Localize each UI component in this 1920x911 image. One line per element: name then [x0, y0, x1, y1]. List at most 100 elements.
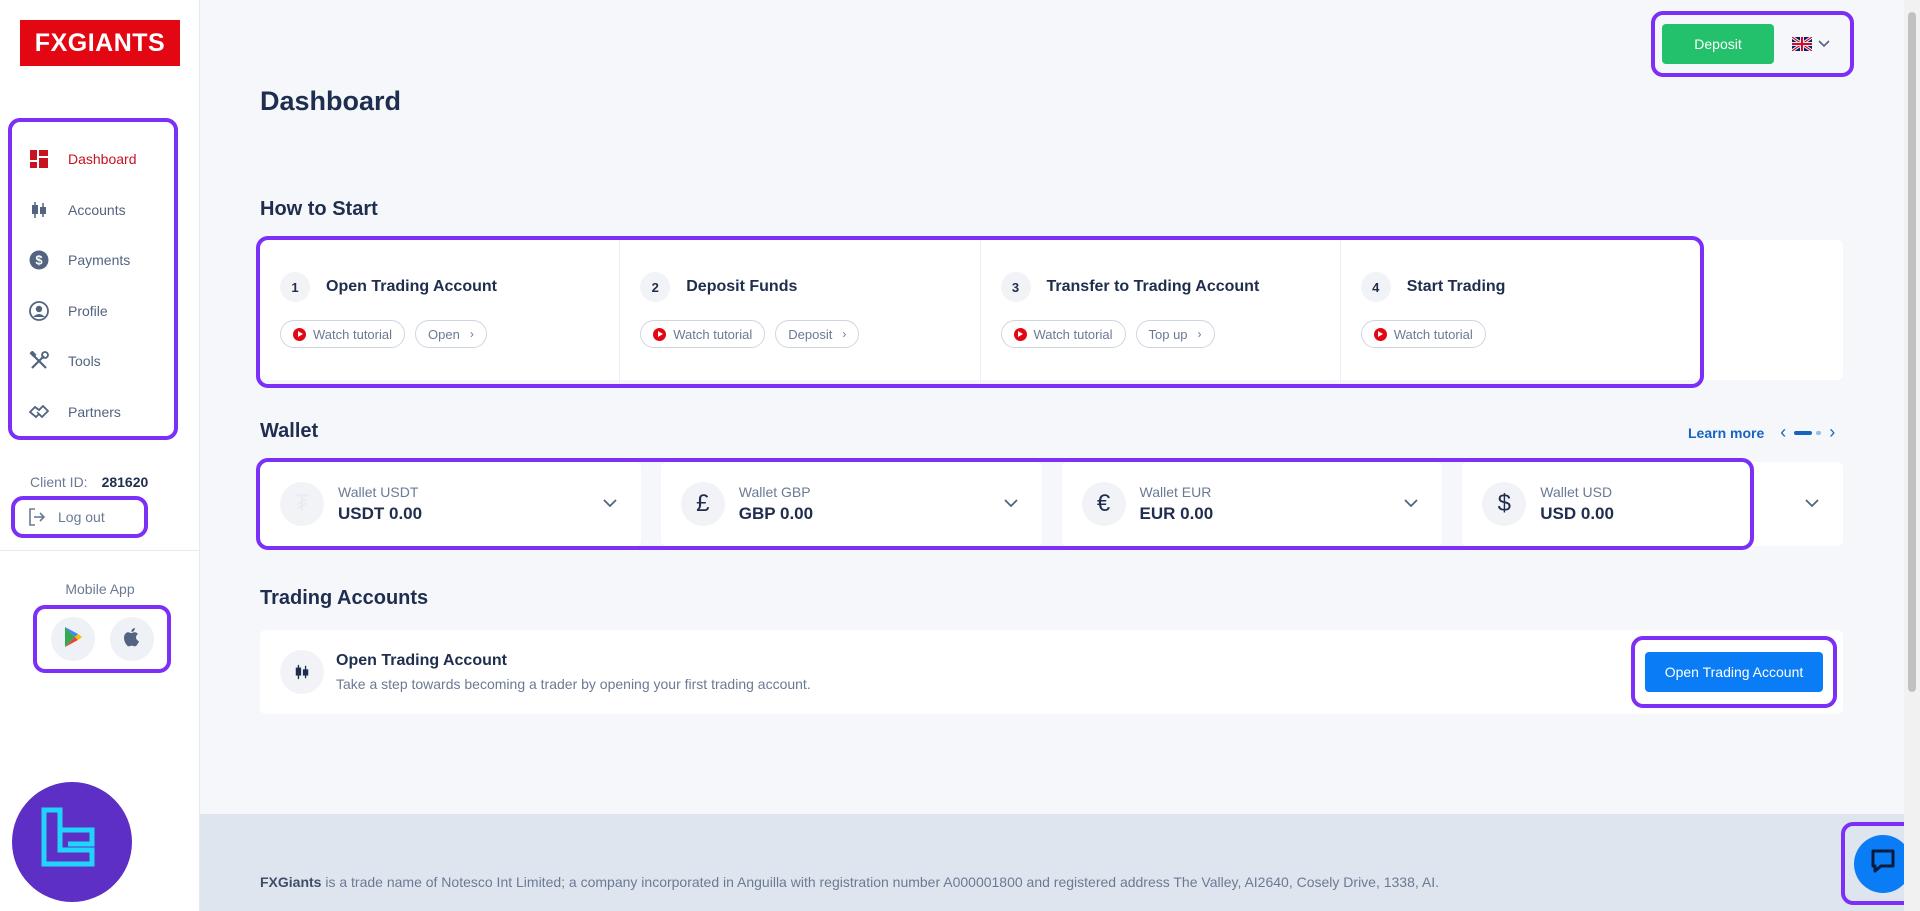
watch-tutorial-label: Watch tutorial [1393, 326, 1473, 342]
open-trading-account-button-wrap: Open Trading Account [1631, 636, 1837, 708]
dollar-icon: $ [1482, 482, 1527, 526]
user-circle-icon [28, 300, 50, 322]
sidebar-item-accounts[interactable]: Accounts [12, 185, 174, 236]
app-store-button[interactable] [109, 617, 154, 661]
watch-tutorial-button[interactable]: Watch tutorial [1000, 320, 1126, 348]
chevron-right-icon: › [469, 327, 474, 341]
step-deposit-funds: 2 Deposit Funds Watch tutorial Deposit › [620, 240, 981, 384]
wallet-controls: Learn more ‹ › [1688, 422, 1835, 443]
sidebar-nav: Dashboard Accounts $ Payments Profile To… [8, 118, 178, 440]
euro-icon: € [1081, 482, 1126, 526]
sidebar-item-tools[interactable]: Tools [12, 336, 174, 387]
how-to-start-steps: 1 Open Trading Account Watch tutorial Op… [256, 236, 1704, 388]
watch-tutorial-button[interactable]: Watch tutorial [280, 320, 405, 348]
logout-icon [28, 508, 46, 526]
step-number: 4 [1360, 272, 1391, 302]
language-selector[interactable] [1784, 24, 1838, 64]
chevron-right-icon: › [842, 327, 847, 341]
step-title: Start Trading [1406, 278, 1506, 295]
tools-icon [28, 350, 50, 372]
google-play-icon [63, 626, 83, 653]
client-id: Client ID: 281620 [30, 474, 148, 490]
sidebar-item-label: Accounts [68, 201, 126, 218]
scrollbar-thumb[interactable] [1908, 12, 1916, 692]
chevron-right-icon[interactable]: › [1829, 422, 1835, 443]
chevron-right-icon: › [1197, 327, 1202, 341]
page-title: Dashboard [260, 86, 402, 116]
mobile-app-stores [33, 605, 171, 673]
chevron-down-icon [1818, 40, 1830, 48]
card-subtitle: Take a step towards becoming a trader by… [336, 676, 811, 692]
open-label: Open [428, 326, 460, 342]
deposit-button[interactable]: Deposit [1662, 24, 1774, 64]
wallet-card-eur[interactable]: € Wallet EUR EUR 0.00 [1061, 462, 1443, 546]
chevron-down-icon [603, 495, 617, 513]
footer-text: FXGiants is a trade name of Notesco Int … [260, 874, 1439, 890]
youtube-icon [653, 327, 667, 341]
chevron-left-icon[interactable]: ‹ [1780, 422, 1786, 443]
sidebar-item-label: Dashboard [68, 151, 137, 168]
uk-flag-icon [1792, 37, 1812, 51]
wallet-name: Wallet USD [1540, 484, 1613, 500]
mobile-app-label: Mobile App [65, 581, 135, 597]
sidebar-item-label: Profile [68, 302, 108, 319]
wallet-balance: USDT 0.00 [338, 504, 423, 523]
apple-icon [123, 627, 141, 652]
sidebar-item-label: Partners [68, 403, 121, 420]
step-title: Transfer to Trading Account [1046, 278, 1260, 295]
watch-tutorial-button[interactable]: Watch tutorial [640, 320, 766, 348]
logout-label: Log out [58, 509, 105, 525]
logout-button[interactable]: Log out [11, 496, 148, 538]
chevron-down-icon [1003, 495, 1018, 513]
wallet-card-gbp[interactable]: £ Wallet GBP GBP 0.00 [660, 462, 1042, 546]
step-title: Open Trading Account [326, 278, 497, 295]
candlestick-icon [280, 650, 324, 694]
sidebar-item-dashboard[interactable]: Dashboard [12, 134, 174, 185]
candlestick-icon [28, 199, 50, 221]
deposit-step-button[interactable]: Deposit › [775, 320, 860, 348]
step-open-trading-account: 1 Open Trading Account Watch tutorial Op… [260, 240, 621, 384]
open-account-button[interactable]: Open › [415, 320, 487, 348]
page-scrollbar[interactable] [1904, 0, 1920, 911]
wallet-balance: GBP 0.00 [738, 504, 814, 523]
wallet-list: ₮ Wallet USDT USDT 0.00 £ Wallet GBP GBP 0… [260, 462, 1843, 546]
step-number: 2 [640, 272, 671, 302]
footer-disclaimer: is a trade name of Notesco Int Limited; … [321, 874, 1440, 890]
chat-button[interactable] [1853, 834, 1912, 893]
top-up-button[interactable]: Top up › [1135, 320, 1215, 348]
sidebar-item-partners[interactable]: Partners [12, 387, 174, 438]
top-up-label: Top up [1148, 326, 1188, 342]
step-start-trading: 4 Start Trading Watch tutorial [1341, 240, 1700, 384]
wallet-card-usdt[interactable]: ₮ Wallet USDT USDT 0.00 [260, 462, 641, 546]
fxgiants-logo[interactable]: FXGIANTS [20, 20, 180, 66]
google-play-button[interactable] [50, 617, 95, 661]
watch-tutorial-button[interactable]: Watch tutorial [1360, 320, 1486, 348]
trading-accounts-title: Trading Accounts [260, 587, 429, 609]
footer: FXGiants is a trade name of Notesco Int … [200, 814, 1904, 911]
how-to-start-title: How to Start [260, 198, 378, 220]
sidebar-item-profile[interactable]: Profile [12, 286, 174, 337]
client-id-label: Client ID: [30, 474, 88, 490]
wallet-name: Wallet GBP [738, 484, 811, 500]
wallet-balance: EUR 0.00 [1139, 504, 1214, 523]
card-title: Open Trading Account [336, 652, 507, 669]
watch-tutorial-label: Watch tutorial [673, 326, 753, 342]
wallet-name: Wallet USDT [338, 484, 419, 500]
sidebar-item-label: Tools [68, 353, 101, 370]
top-actions: Deposit [1651, 11, 1854, 77]
step-number: 1 [280, 272, 310, 302]
carousel-dots [1792, 430, 1823, 435]
youtube-icon [1013, 327, 1027, 341]
chevron-down-icon [1404, 495, 1418, 513]
dollar-circle-icon: $ [28, 249, 50, 271]
open-trading-account-button[interactable]: Open Trading Account [1645, 652, 1823, 692]
tradingfinder-logo-icon [12, 782, 132, 902]
step-number: 3 [1000, 272, 1031, 302]
youtube-icon [293, 327, 306, 341]
learn-more-link[interactable]: Learn more [1688, 425, 1764, 441]
sidebar-item-payments[interactable]: $ Payments [12, 235, 174, 286]
tether-icon: ₮ [280, 482, 324, 526]
step-title: Deposit Funds [686, 278, 798, 295]
sidebar-divider [0, 550, 200, 551]
wallet-card-usd[interactable]: $ Wallet USD USD 0.00 [1462, 462, 1843, 546]
